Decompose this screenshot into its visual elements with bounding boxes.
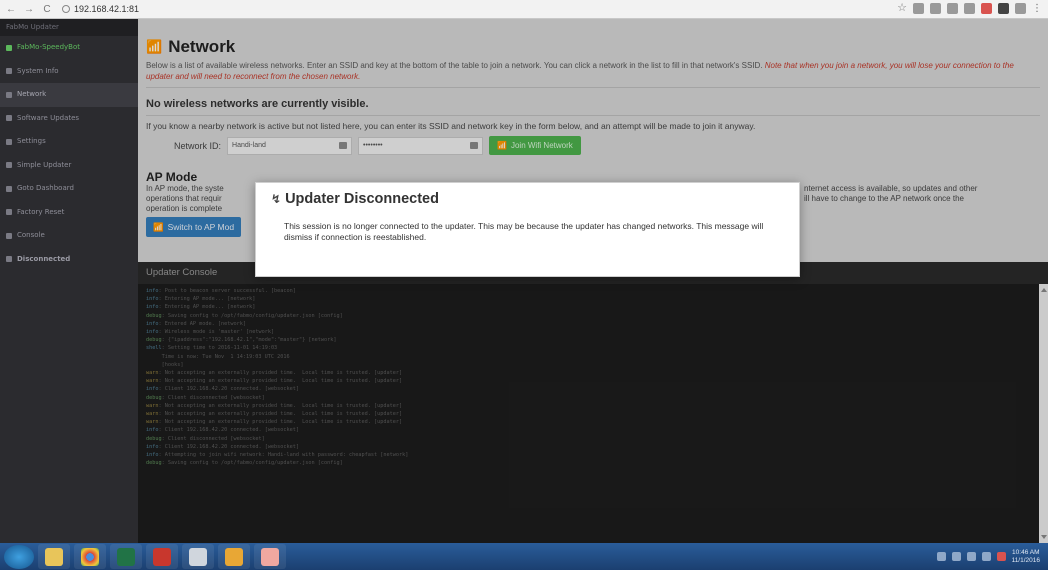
back-button[interactable]: ←	[4, 4, 18, 15]
reload-button[interactable]: C	[40, 4, 54, 15]
tray-icon[interactable]	[936, 552, 946, 561]
sidebar-item-network[interactable]: Network	[0, 83, 138, 107]
info-icon	[62, 5, 70, 13]
disconnected-modal: ↯ Updater Disconnected This session is n…	[255, 182, 800, 277]
network-tray-icon[interactable]	[966, 552, 976, 561]
extension-icons: ☆ ⋮	[897, 3, 1042, 14]
extension-icon[interactable]	[964, 3, 975, 14]
system-tray: 10:46 AM 11/1/2016	[929, 543, 1048, 570]
taskbar-app-outlook[interactable]	[218, 544, 250, 569]
url-text: 192.168.42.1:81	[74, 4, 140, 14]
sidebar-item-label: Goto Dashboard	[17, 184, 74, 192]
sidebar-item-console[interactable]: Console	[0, 224, 138, 248]
volume-tray-icon[interactable]	[981, 552, 991, 561]
tool-icon	[6, 44, 12, 51]
dashboard-icon	[6, 185, 12, 192]
reset-icon	[6, 209, 12, 216]
extension-icon[interactable]	[947, 3, 958, 14]
sidebar-item-label: System Info	[17, 66, 59, 75]
sidebar-item-label: Factory Reset	[17, 207, 65, 216]
sidebar-item-label: Settings	[17, 137, 46, 145]
modal-title: ↯ Updater Disconnected	[271, 191, 439, 207]
clock-time: 10:46 AM	[1012, 548, 1040, 556]
address-bar[interactable]: 192.168.42.1:81	[62, 4, 139, 14]
disconnect-icon: ↯	[271, 192, 282, 206]
sidebar: FabMo Updater FabMo-SpeedyBot System Info…	[0, 19, 138, 543]
sidebar-item-simple-updater[interactable]: Simple Updater	[0, 154, 138, 178]
sidebar-item-label: Simple Updater	[17, 160, 72, 169]
windows-taskbar: 10:46 AM 11/1/2016	[0, 543, 1048, 570]
taskbar-app-word[interactable]	[182, 544, 214, 569]
start-button[interactable]	[4, 544, 34, 569]
wifi-icon	[6, 91, 12, 98]
download-icon	[6, 115, 12, 122]
sidebar-item-system-info[interactable]: System Info	[0, 60, 138, 84]
sidebar-item-label: FabMo-SpeedyBot	[17, 43, 81, 51]
terminal-icon	[6, 232, 12, 239]
modal-backdrop	[138, 19, 1048, 543]
taskbar-app-file-explorer[interactable]	[38, 544, 70, 569]
taskbar-app-photoshop[interactable]	[254, 544, 286, 569]
info-icon	[6, 68, 12, 75]
sidebar-item-label: Software Updates	[17, 113, 80, 122]
extension-icon[interactable]	[998, 3, 1009, 14]
clock-date: 11/1/2016	[1011, 556, 1040, 564]
sidebar-item-goto-dashboard[interactable]: Goto Dashboard	[0, 177, 138, 201]
tray-icon[interactable]	[951, 552, 961, 561]
bookmark-star-icon[interactable]: ☆	[897, 3, 907, 14]
sidebar-item-label: Disconnected	[17, 254, 71, 263]
wrench-icon	[6, 138, 12, 145]
sidebar-item-label: Console	[17, 231, 45, 239]
extension-icon[interactable]	[981, 3, 992, 14]
sidebar-item-fabmo-speedybot[interactable]: FabMo-SpeedyBot	[0, 36, 138, 60]
sidebar-item-label: Network	[17, 90, 47, 98]
sidebar-item-factory-reset[interactable]: Factory Reset	[0, 201, 138, 225]
tray-icon[interactable]	[996, 552, 1006, 561]
taskbar-app-powerpoint[interactable]	[146, 544, 178, 569]
browser-toolbar: ← → C 192.168.42.1:81 ☆ ⋮	[0, 0, 1048, 19]
taskbar-app-excel[interactable]	[110, 544, 142, 569]
clock[interactable]: 10:46 AM 11/1/2016	[1012, 549, 1040, 565]
browser-menu-icon[interactable]: ⋮	[1032, 3, 1042, 14]
sidebar-title: FabMo Updater	[0, 19, 138, 36]
modal-message: This session is no longer connected to t…	[284, 221, 764, 242]
forward-button[interactable]: →	[22, 4, 36, 15]
sidebar-item-settings[interactable]: Settings	[0, 130, 138, 154]
sidebar-item-software-updates[interactable]: Software Updates	[0, 107, 138, 131]
extension-icon[interactable]	[930, 3, 941, 14]
taskbar-app-chrome[interactable]	[74, 544, 106, 569]
disconnect-icon	[6, 256, 12, 263]
extension-icon[interactable]	[1015, 3, 1026, 14]
upload-icon	[6, 162, 12, 169]
sidebar-item-disconnected[interactable]: Disconnected	[0, 248, 138, 272]
extension-icon[interactable]	[913, 3, 924, 14]
